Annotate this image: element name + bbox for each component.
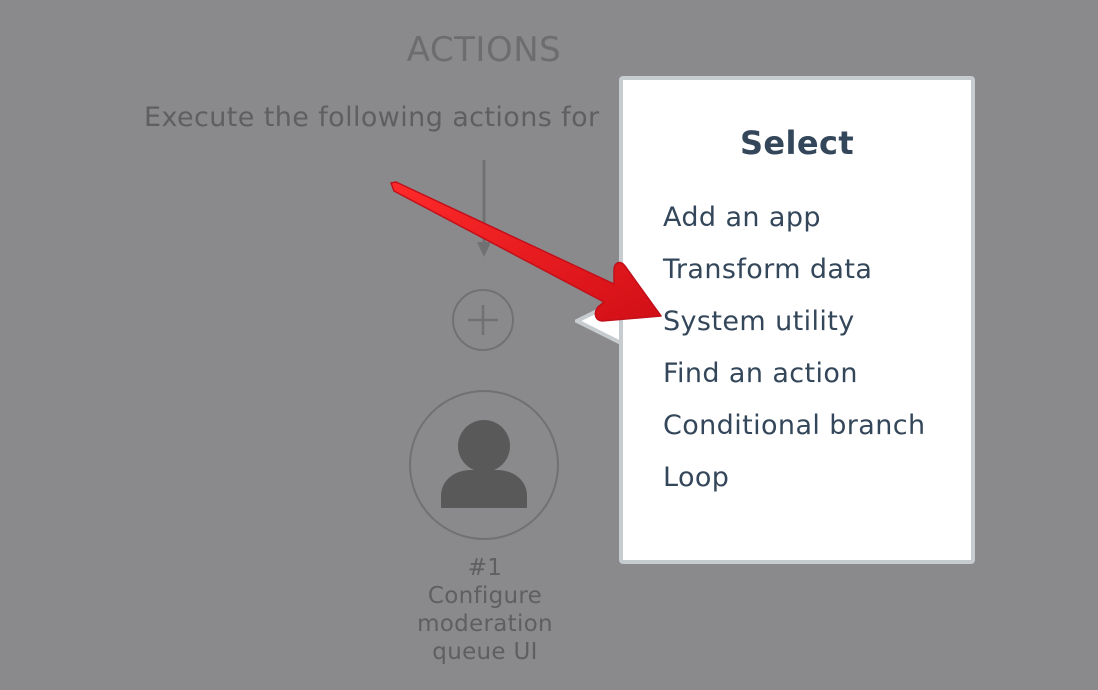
arrow-down-icon: [477, 160, 491, 257]
step-name-line: moderation: [417, 611, 553, 637]
action-type-menu: Add an app Transform data System utility…: [663, 194, 926, 506]
step-label: #1 Configure moderation queue UI: [380, 554, 590, 666]
actions-subtitle: Execute the following actions for: [144, 102, 600, 133]
step-name-line: queue UI: [432, 639, 538, 665]
user-icon: [441, 420, 527, 508]
actions-title: ACTIONS: [406, 30, 562, 70]
plus-icon: [468, 305, 498, 335]
menu-item-find-an-action[interactable]: Find an action: [663, 350, 926, 402]
select-popover: Select Add an app Transform data System …: [619, 76, 975, 564]
menu-item-transform-data[interactable]: Transform data: [663, 246, 926, 298]
menu-item-conditional-branch[interactable]: Conditional branch: [663, 402, 926, 454]
menu-item-system-utility[interactable]: System utility: [663, 298, 926, 350]
menu-item-add-an-app[interactable]: Add an app: [663, 194, 926, 246]
step-avatar[interactable]: [409, 390, 559, 540]
step-number: #1: [467, 555, 503, 581]
menu-item-loop[interactable]: Loop: [663, 454, 926, 506]
popover-title: Select: [739, 124, 855, 162]
step-name-line: Configure: [427, 583, 543, 609]
add-step-button[interactable]: [452, 289, 514, 351]
